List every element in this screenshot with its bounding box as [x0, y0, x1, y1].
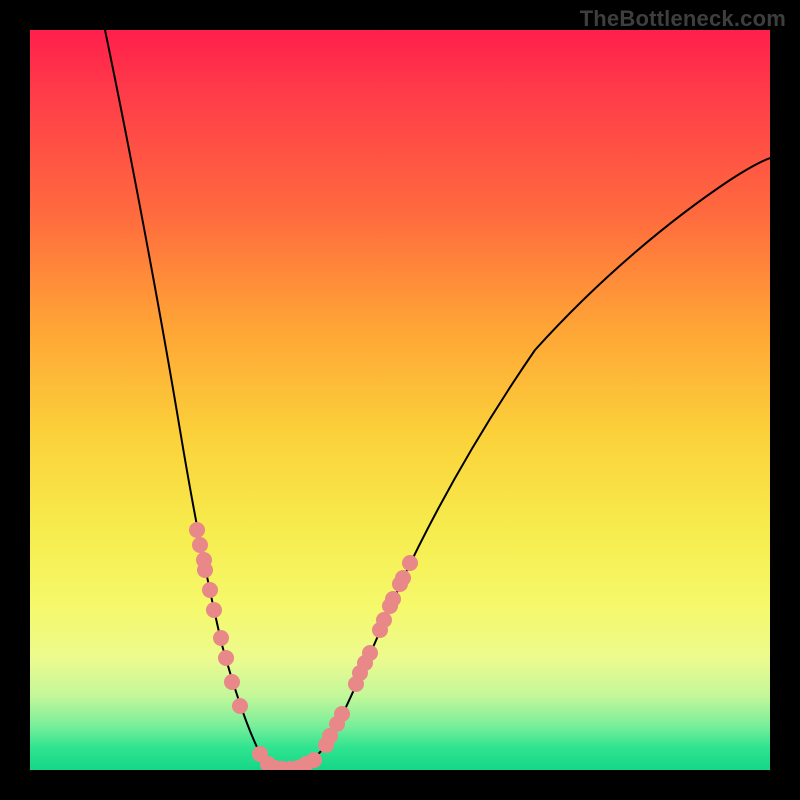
curve-svg — [30, 30, 770, 770]
curve-left-branch — [105, 30, 286, 770]
watermark-text: TheBottleneck.com — [580, 6, 786, 32]
plot-area — [30, 30, 770, 770]
chart-frame: TheBottleneck.com — [0, 0, 800, 800]
scatter-dots — [189, 522, 418, 770]
